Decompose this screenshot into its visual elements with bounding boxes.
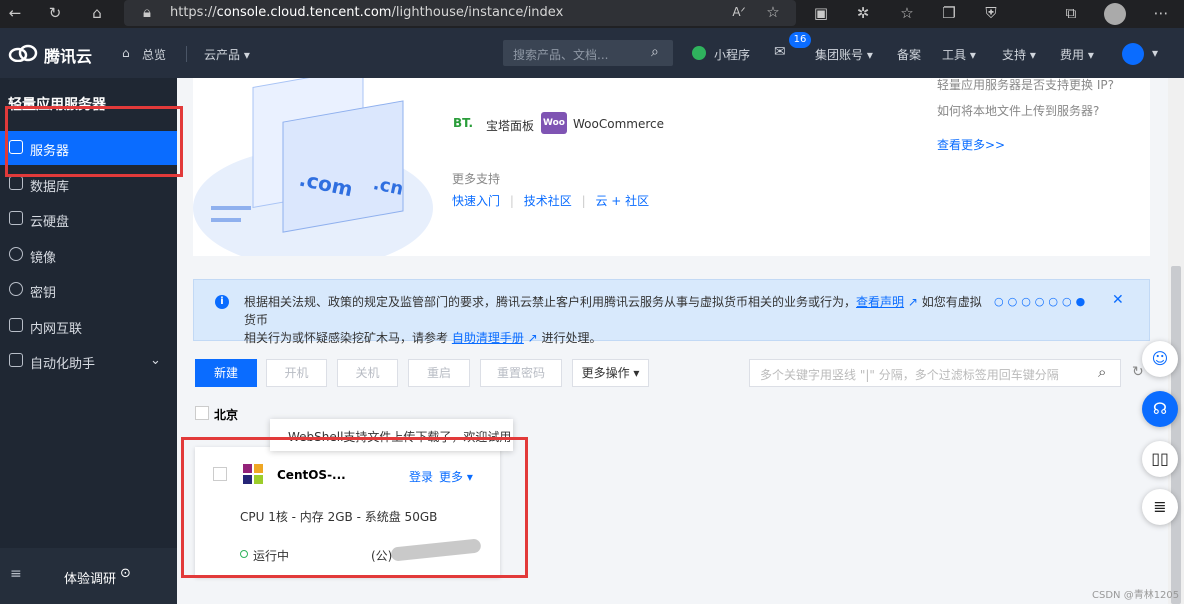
survey-bar[interactable]: ≡ 体验调研 ⊙: [0, 548, 177, 604]
close-icon[interactable]: ✕: [1112, 292, 1124, 308]
list-icon[interactable]: ≣: [1142, 489, 1178, 525]
support-headset-icon[interactable]: ☊: [1142, 391, 1178, 427]
stop-button[interactable]: 关机: [337, 359, 398, 387]
favorite-add-icon[interactable]: ☆: [762, 3, 784, 21]
link-quickstart[interactable]: 快速入门: [452, 194, 500, 208]
more-ops-dropdown[interactable]: 更多操作 ▾: [572, 359, 649, 387]
sidebar-item-disk[interactable]: 云硬盘: [0, 202, 177, 236]
screen: { "browser": { "url_prefix": "https://",…: [0, 0, 1184, 604]
nav-beian[interactable]: 备案: [897, 46, 921, 63]
nav-miniprogram[interactable]: 小程序: [714, 46, 750, 63]
key-icon: [9, 282, 23, 296]
browser-toolbar: ← ↻ ⌂ 🔒︎ https://console.cloud.tencent.c…: [0, 0, 1184, 28]
sidebar-item-automation[interactable]: 自动化助手 ⌄: [0, 344, 177, 378]
profile-icon[interactable]: [1104, 3, 1126, 25]
nav-support[interactable]: 支持 ▾: [1002, 46, 1036, 63]
sidebar-item-key[interactable]: 密钥: [0, 273, 177, 307]
mail-icon[interactable]: ✉: [774, 44, 786, 60]
faq-item[interactable]: 如何将本地文件上传到服务器?: [937, 102, 1099, 119]
reset-password-button[interactable]: 重置密码: [480, 359, 562, 387]
nav-products[interactable]: 云产品 ▾: [204, 46, 250, 63]
bt-logo: BT.: [453, 116, 474, 130]
assistant-icon[interactable]: ☺: [1142, 341, 1178, 377]
tencent-cloud-logo-icon[interactable]: [8, 44, 38, 63]
brand-name[interactable]: 腾讯云: [44, 43, 92, 67]
start-button[interactable]: 开机: [266, 359, 327, 387]
search-icon[interactable]: ⌕: [651, 44, 659, 60]
survey-label[interactable]: 体验调研: [64, 568, 116, 587]
collapse-icon[interactable]: ≡: [10, 566, 22, 582]
link-cloud-community[interactable]: 云 + 社区: [595, 194, 649, 208]
hero-card: .com .cn BT. 宝塔面板 Woo WooCommerce 更多支持 快…: [193, 78, 1150, 256]
mail-count-badge: 16: [789, 32, 811, 48]
apps-icon[interactable]: ⧉: [1060, 4, 1082, 22]
app-woocommerce[interactable]: WooCommerce: [573, 117, 664, 131]
link-statement[interactable]: 查看声明: [856, 295, 904, 309]
more-support-label: 更多支持: [452, 172, 501, 186]
link-tech-community[interactable]: 技术社区: [524, 194, 572, 208]
region-label: 北京: [214, 408, 239, 422]
see-more-link[interactable]: 查看更多>>: [937, 136, 1005, 153]
refresh-icon[interactable]: ↻: [1132, 364, 1144, 380]
support-links: 快速入门 | 技术社区 | 云 + 社区: [452, 194, 650, 208]
nav-tools[interactable]: 工具 ▾: [942, 46, 976, 63]
woo-logo: Woo: [541, 112, 567, 134]
arrow-circle-icon: ⊙: [120, 566, 131, 581]
info-icon: i: [215, 295, 229, 309]
nav-fees[interactable]: 费用 ▾: [1060, 46, 1094, 63]
shield-icon[interactable]: ⛨: [980, 4, 1002, 22]
disk-icon: [9, 211, 23, 225]
puzzle-icon[interactable]: ✲: [852, 4, 874, 22]
notice-text: 根据相关法规、政策的规定及监管部门的要求，腾讯云禁止客户利用腾讯云服务从事与虚拟…: [244, 295, 982, 345]
sidebar-item-image[interactable]: 镜像: [0, 238, 177, 272]
automation-icon: [9, 353, 23, 367]
address-bar[interactable]: 🔒︎ https://console.cloud.tencent.com/lig…: [124, 0, 796, 26]
highlight-box-instance: [181, 437, 528, 578]
watermark: CSDN @青林1205: [1092, 590, 1180, 601]
database-icon: [9, 176, 23, 190]
url-text: https://console.cloud.tencent.com/lighth…: [170, 5, 564, 20]
extension-icon[interactable]: ▣: [810, 4, 832, 22]
illustration-icon: [193, 78, 433, 256]
more-icon[interactable]: ⋯: [1150, 4, 1172, 22]
scrollbar[interactable]: [1168, 78, 1184, 604]
home-icon[interactable]: ⌂: [122, 46, 130, 60]
refresh-icon[interactable]: ↻: [44, 4, 66, 22]
console-header: 腾讯云 ⌂ 总览 云产品 ▾ 搜索产品、文档... ⌕ 小程序 ✉ 16 集团账…: [0, 28, 1184, 78]
carousel-dots[interactable]: ○○○○○○●: [994, 295, 1089, 308]
search-input[interactable]: 搜索产品、文档... ⌕: [503, 40, 673, 66]
restart-button[interactable]: 重启: [408, 359, 470, 387]
nav-group-account[interactable]: 集团账号 ▾: [815, 46, 873, 63]
notice-banner: i 根据相关法规、政策的规定及监管部门的要求，腾讯云禁止客户利用腾讯云服务从事与…: [193, 279, 1150, 345]
docs-book-icon[interactable]: ▯▯: [1142, 441, 1178, 477]
link-cleanup-manual[interactable]: 自助清理手册: [452, 331, 524, 345]
sidebar-item-network[interactable]: 内网互联: [0, 309, 177, 343]
avatar[interactable]: [1122, 43, 1144, 65]
filter-input[interactable]: 多个关键字用竖线 "|" 分隔，多个过滤标签用回车键分隔 ⌕: [749, 359, 1121, 387]
lock-icon: 🔒︎: [143, 3, 151, 21]
divider: [186, 46, 187, 62]
new-button[interactable]: 新建: [195, 359, 257, 387]
search-icon[interactable]: ⌕: [1098, 363, 1106, 381]
home-icon[interactable]: ⌂: [86, 4, 108, 22]
miniprogram-icon: [692, 46, 706, 60]
collections-icon[interactable]: ❐: [938, 4, 960, 22]
region-checkbox[interactable]: [195, 406, 209, 420]
back-icon[interactable]: ←: [4, 4, 26, 22]
highlight-box-sidebar: [5, 106, 183, 177]
app-bt-panel[interactable]: 宝塔面板: [486, 117, 534, 134]
chevron-down-icon: ⌄: [150, 353, 161, 368]
faq-item[interactable]: 轻量应用服务器是否支持更换 IP?: [937, 76, 1114, 93]
chevron-down-icon[interactable]: ▾: [1152, 46, 1158, 60]
scrollbar-thumb[interactable]: [1171, 266, 1181, 604]
network-icon: [9, 318, 23, 332]
read-aloud-icon[interactable]: Aᐟ: [728, 3, 750, 21]
nav-overview[interactable]: 总览: [142, 46, 166, 63]
image-icon: [9, 247, 23, 261]
favorites-icon[interactable]: ☆: [896, 4, 918, 22]
